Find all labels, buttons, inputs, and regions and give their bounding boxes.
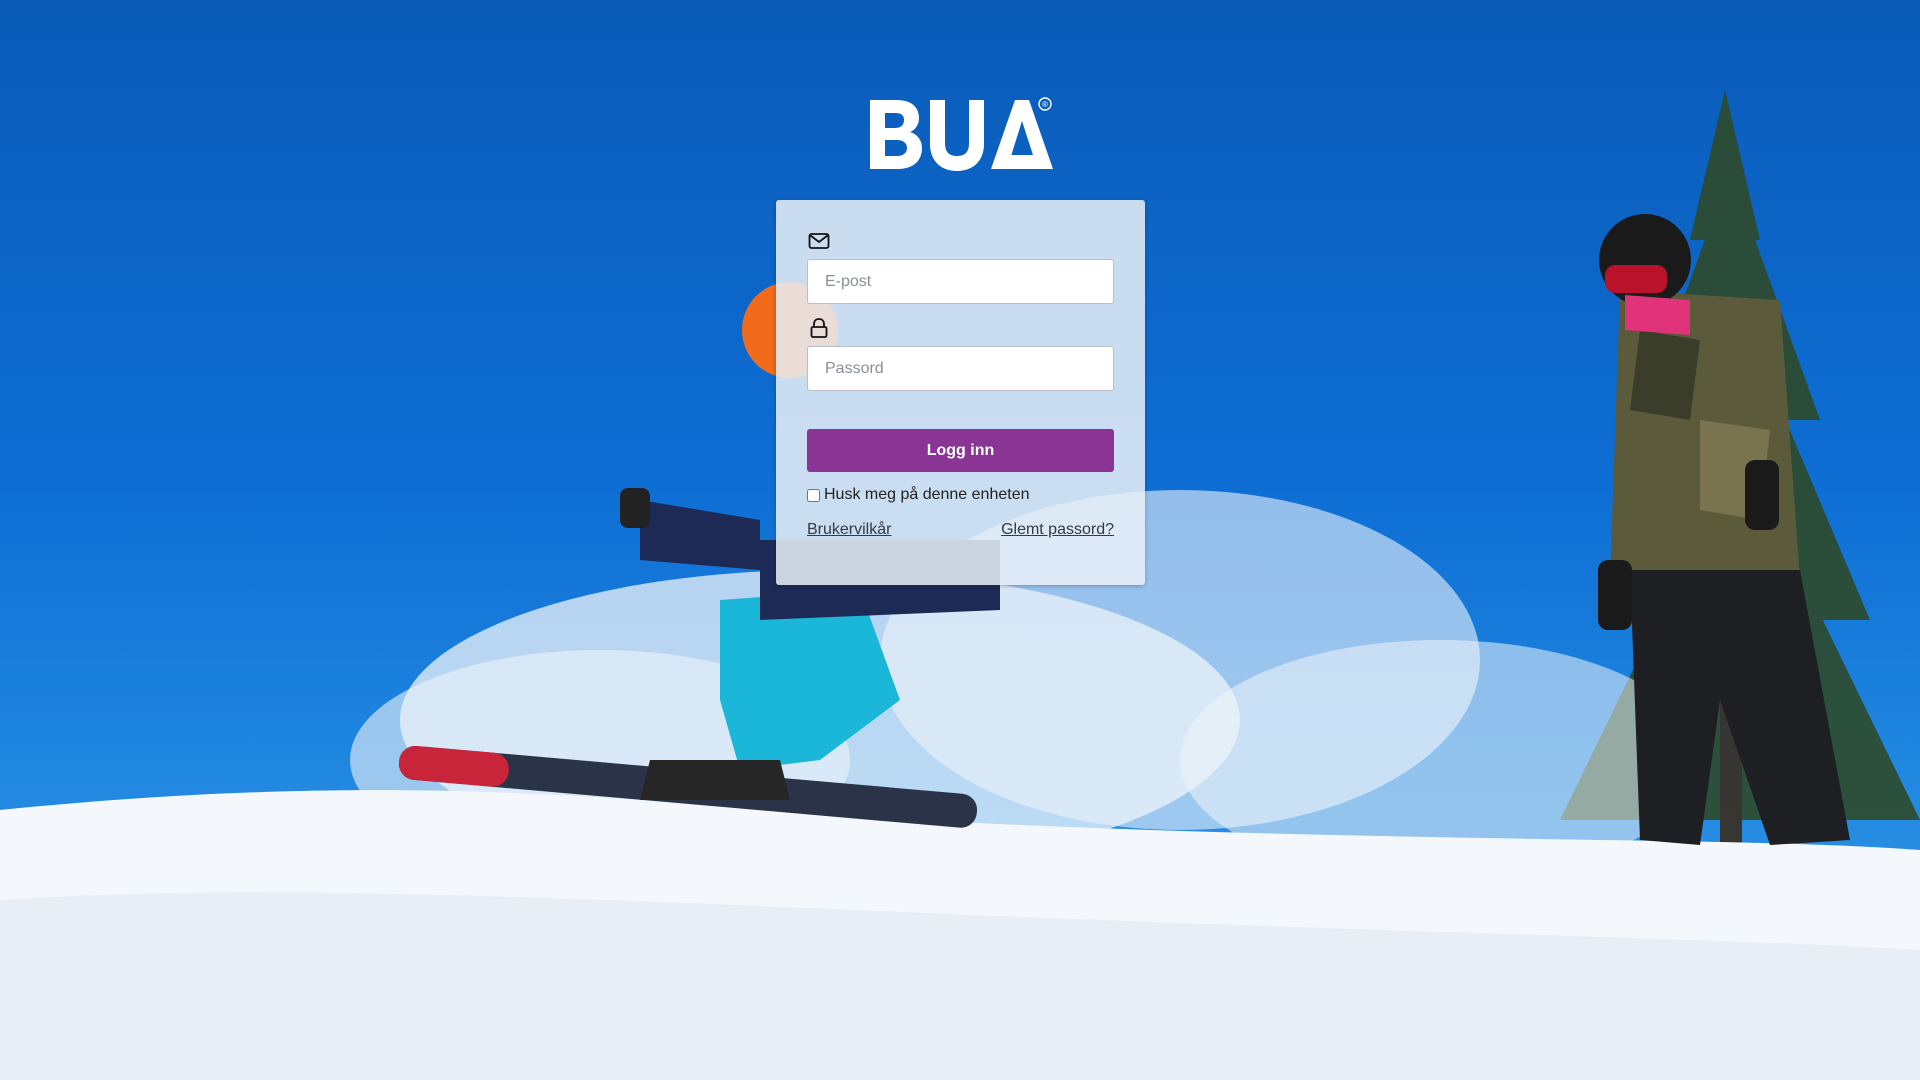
lock-icon bbox=[808, 317, 830, 339]
login-card: Logg inn Husk meg på denne enheten Bruke… bbox=[776, 200, 1145, 585]
bua-logo: ® bbox=[867, 96, 1053, 176]
envelope-icon bbox=[808, 230, 830, 252]
remember-me-label: Husk meg på denne enheten bbox=[824, 486, 1030, 503]
card-links: Brukervilkår Glemt passord? bbox=[807, 521, 1114, 539]
trademark-symbol: ® bbox=[1042, 100, 1048, 109]
login-page: ® Logg inn Husk meg på denne enheten Bru… bbox=[0, 0, 1920, 1080]
remember-me-row[interactable]: Husk meg på denne enheten bbox=[807, 486, 1029, 504]
remember-me-checkbox[interactable] bbox=[807, 488, 820, 502]
email-input[interactable] bbox=[807, 259, 1114, 304]
forgot-password-link[interactable]: Glemt passord? bbox=[1001, 521, 1114, 539]
password-input[interactable] bbox=[807, 346, 1114, 391]
terms-link[interactable]: Brukervilkår bbox=[807, 521, 891, 539]
bua-logo-mark: ® bbox=[870, 97, 1053, 171]
login-button[interactable]: Logg inn bbox=[807, 429, 1114, 472]
